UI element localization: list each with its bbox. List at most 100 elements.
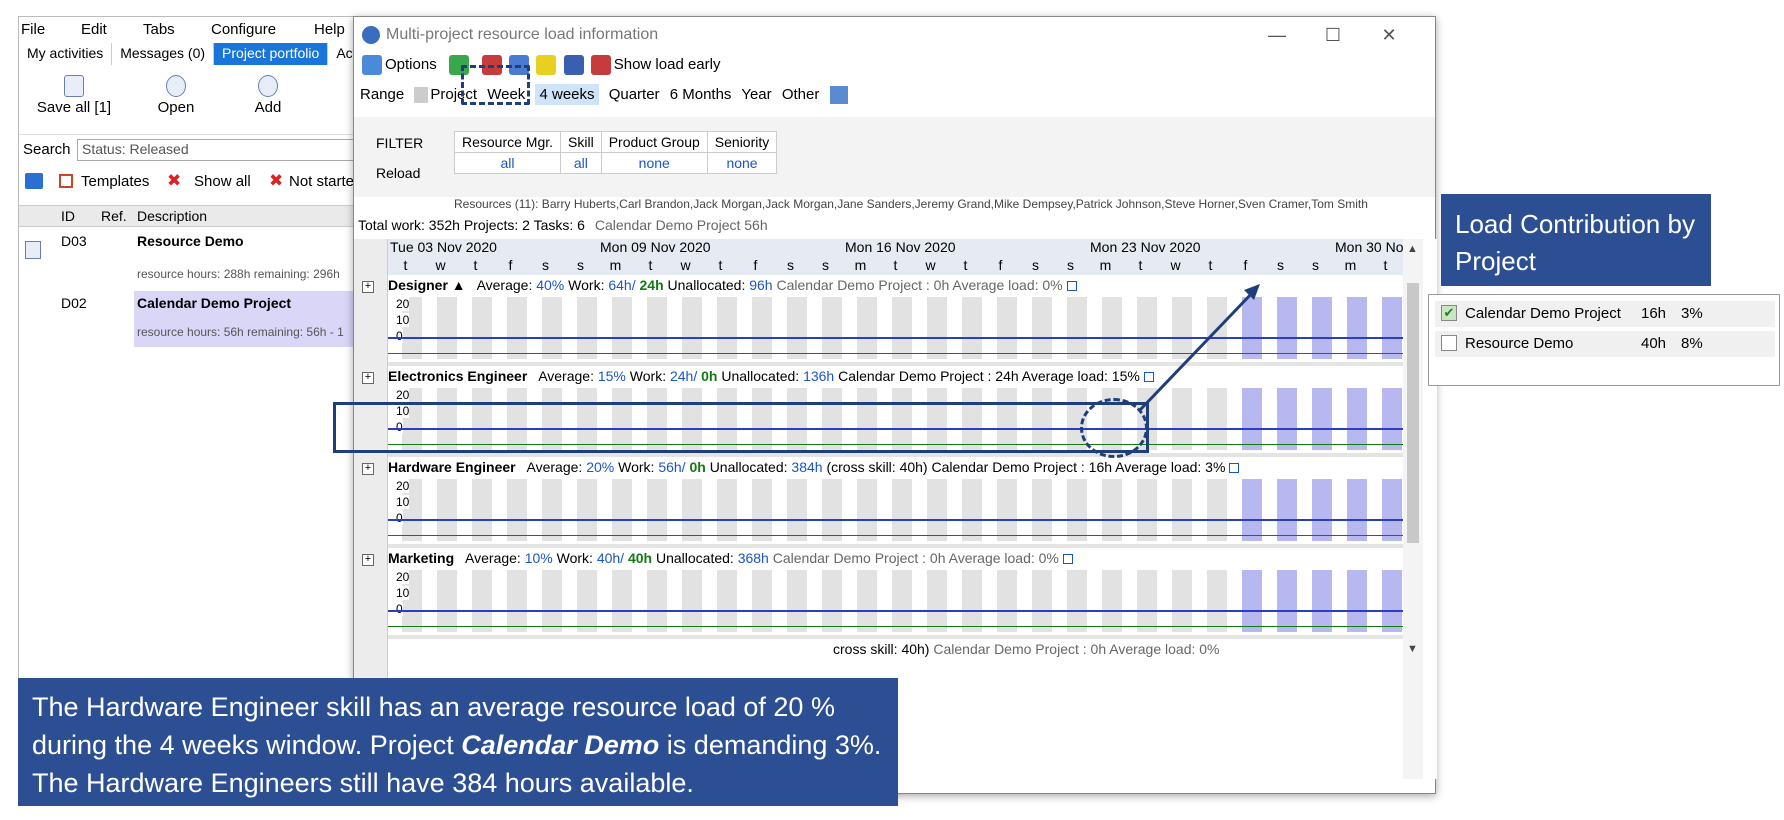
filter-value[interactable]: none xyxy=(706,152,778,174)
expand-icon[interactable]: + xyxy=(362,463,374,475)
show-load-early-button[interactable]: Show load early xyxy=(614,56,721,73)
skill-name[interactable]: Electronics Engineer xyxy=(388,368,527,384)
minimize-button[interactable]: — xyxy=(1254,21,1300,49)
expand-icon[interactable]: + xyxy=(362,554,374,566)
day-header: f xyxy=(508,257,513,273)
menu-tabs[interactable]: Tabs xyxy=(143,17,175,38)
menu-file[interactable]: File xyxy=(21,17,45,38)
scroll-thumb[interactable] xyxy=(1407,283,1419,543)
scroll-down-icon[interactable]: ▼ xyxy=(1407,643,1418,655)
skill-name[interactable]: Marketing xyxy=(388,550,454,566)
legend-row[interactable]: ✔ Calendar Demo Project 16h 3% xyxy=(1435,301,1775,327)
legend-name: Calendar Demo Project xyxy=(1465,305,1621,322)
callout-arrow xyxy=(1138,284,1260,412)
maximize-button[interactable]: ☐ xyxy=(1310,21,1356,49)
range-quarter[interactable]: Quarter xyxy=(609,86,660,103)
day-header: t xyxy=(403,257,408,273)
totals-text: Total work: 352h Projects: 2 Tasks: 6 xyxy=(358,217,585,233)
work-value: 40h/ xyxy=(596,550,625,566)
project-load: Calendar Demo Project : 16h Average load… xyxy=(931,459,1226,475)
info-icon[interactable] xyxy=(1062,554,1073,565)
date-header-row: Tue 03 Nov 2020 Mon 09 Nov 2020 Mon 16 Nov… xyxy=(388,239,1403,257)
reload-button[interactable]: Reload xyxy=(376,165,420,181)
dialog-title: Multi-project resource load information xyxy=(386,26,659,43)
work-label: Work: xyxy=(568,277,605,293)
add-label: Add xyxy=(254,99,282,116)
y-tick: 10 xyxy=(396,586,410,600)
row-title: Resource Demo xyxy=(137,233,244,249)
date-header: Tue 03 Nov 2020 xyxy=(390,239,497,255)
explanation-italic: Calendar Demo xyxy=(461,730,660,760)
chart-icon[interactable] xyxy=(536,55,557,75)
menu-edit[interactable]: Edit xyxy=(81,17,107,38)
avg-label: Average: xyxy=(526,459,583,475)
col-description[interactable]: Description xyxy=(137,208,207,224)
scroll-up-icon[interactable]: ▲ xyxy=(1407,243,1418,255)
info-icon[interactable] xyxy=(1066,281,1077,292)
day-header: t xyxy=(473,257,478,273)
filter-icon: ✖ xyxy=(167,171,182,190)
cross-skill: (cross skill: 40h) xyxy=(826,459,928,475)
export-icon[interactable] xyxy=(829,86,848,105)
day-header: s xyxy=(1277,257,1284,273)
row-title: Calendar Demo Project xyxy=(137,295,292,311)
skill-header: Electronics Engineer Average: 15% Work: … xyxy=(388,368,1154,390)
range-year[interactable]: Year xyxy=(741,86,771,103)
filter-label: FILTER xyxy=(376,135,424,151)
date-header: Mon 16 Nov 2020 xyxy=(845,239,956,255)
checkbox-unchecked-icon[interactable] xyxy=(1441,335,1457,351)
wand-icon[interactable] xyxy=(563,55,584,75)
checkbox-checked-icon[interactable]: ✔ xyxy=(1441,305,1457,321)
date-header: Mon 23 Nov 2020 xyxy=(1090,239,1201,255)
vertical-scrollbar[interactable]: ▲ ▼ xyxy=(1403,239,1423,779)
col-ref[interactable]: Ref. xyxy=(101,208,127,224)
day-header: t xyxy=(648,257,653,273)
col-id[interactable]: ID xyxy=(61,208,75,224)
save-all-label: Save all [1] xyxy=(36,99,112,116)
tab-messages[interactable]: Messages (0) xyxy=(112,43,215,65)
menu-help[interactable]: Help xyxy=(314,17,345,38)
filter-table: Resource Mgr. Skill Product Group Senior… xyxy=(453,131,778,174)
filter-header: Seniority xyxy=(706,131,778,153)
show-all-button[interactable]: Show all xyxy=(194,173,251,190)
templates-button[interactable]: Templates xyxy=(81,173,149,190)
add-button[interactable]: Add xyxy=(213,67,323,116)
skill-name[interactable]: Hardware Engineer xyxy=(388,459,516,475)
project-load: Calendar Demo Project : 0h Average load:… xyxy=(933,641,1220,657)
day-header: t xyxy=(893,257,898,273)
row-sub: resource hours: 288h remaining: 296h xyxy=(137,267,340,281)
capacity-line xyxy=(388,519,1403,521)
work-label: Work: xyxy=(629,368,667,384)
not-started-button[interactable]: Not starte xyxy=(289,173,354,190)
save-all-button[interactable]: Save all [1] xyxy=(19,67,129,116)
day-header: m xyxy=(1099,257,1112,273)
skill-name[interactable]: Designer ▲ xyxy=(388,277,466,293)
filter-value[interactable]: all xyxy=(560,152,602,174)
range-6-months[interactable]: 6 Months xyxy=(670,86,732,103)
menu-configure[interactable]: Configure xyxy=(211,17,276,38)
work-allocated: 24h xyxy=(639,277,664,293)
y-tick: 20 xyxy=(396,570,410,584)
expand-icon[interactable]: + xyxy=(362,281,374,293)
filter-value[interactable]: none xyxy=(600,152,708,174)
totals-project: Calendar Demo Project 56h xyxy=(594,217,768,233)
add-icon xyxy=(258,75,278,97)
tab-my-activities[interactable]: My activities xyxy=(19,43,113,65)
project-legend: ✔ Calendar Demo Project 16h 3% Resource … xyxy=(1428,294,1780,386)
range-4-weeks[interactable]: 4 weeks xyxy=(535,84,599,105)
filter-value[interactable]: all xyxy=(453,152,562,174)
print-icon[interactable] xyxy=(25,173,43,189)
range-label: Range xyxy=(360,86,405,103)
close-button[interactable]: ✕ xyxy=(1366,21,1412,49)
legend-row[interactable]: Resource Demo 40h 8% xyxy=(1435,331,1775,357)
info-icon[interactable] xyxy=(1229,463,1240,474)
dialog-toolbar: Options Show load early xyxy=(362,55,720,81)
tab-project-portfolio[interactable]: Project portfolio xyxy=(214,43,329,65)
unalloc-value: 96h xyxy=(749,277,773,293)
range-other[interactable]: Other xyxy=(782,86,820,103)
unalloc-value: 136h xyxy=(803,368,835,384)
y-tick: 0 xyxy=(396,511,403,525)
expand-icon[interactable]: + xyxy=(362,372,374,384)
day-header: f xyxy=(753,257,758,273)
options-button[interactable]: Options xyxy=(385,56,437,73)
